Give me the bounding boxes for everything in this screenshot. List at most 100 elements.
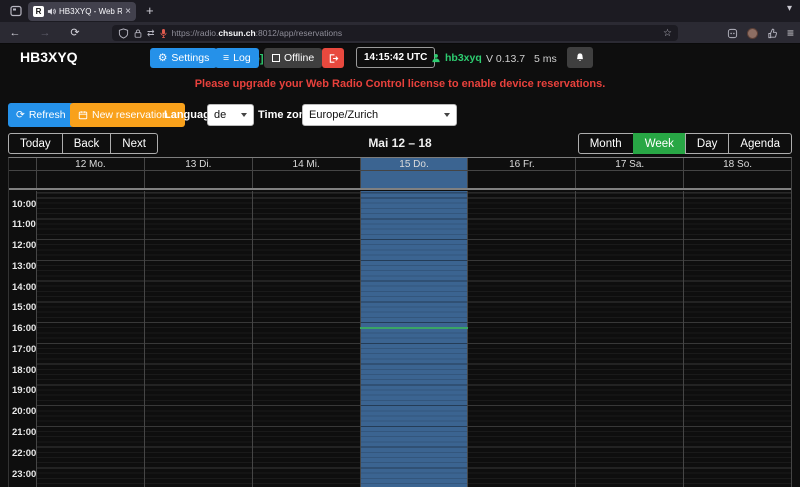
day-header-row: 12 Mo. 13 Di. 14 Mi. 15 Do. 16 Fr. 17 Sa…: [9, 158, 791, 171]
refresh-button[interactable]: ⟳ Refresh: [8, 103, 74, 127]
settings-button[interactable]: ⚙ Settings: [150, 48, 217, 68]
week-calendar: 12 Mo. 13 Di. 14 Mi. 15 Do. 16 Fr. 17 Sa…: [8, 157, 792, 487]
logout-button[interactable]: [322, 48, 344, 68]
view-day-button[interactable]: Day: [685, 133, 729, 154]
tab-audio-icon[interactable]: [47, 3, 56, 21]
day-columns: [9, 191, 791, 487]
language-select[interactable]: de: [207, 104, 254, 126]
checkbox-icon: [272, 54, 280, 62]
microphone-active-icon[interactable]: [159, 28, 168, 39]
extensions-cluster: ≡: [727, 25, 794, 41]
url-domain: chsun.ch: [218, 28, 255, 38]
extension-badge-icon[interactable]: [727, 28, 738, 39]
time-label: 23:00: [12, 469, 36, 480]
new-tab-button[interactable]: +: [146, 3, 154, 18]
firefox-view-button[interactable]: [7, 3, 25, 19]
day-column[interactable]: [467, 191, 575, 487]
gutter-cell: [9, 158, 36, 170]
bell-icon: [575, 52, 585, 63]
menu-icon[interactable]: ≡: [787, 26, 794, 40]
gutter-cell: [9, 171, 36, 188]
extension-thumb-icon[interactable]: [767, 28, 778, 39]
gear-icon: ⚙: [158, 52, 167, 64]
day-header[interactable]: 13 Di.: [144, 158, 252, 170]
firefox-view-icon: [10, 5, 22, 17]
time-label: 20:00: [12, 406, 36, 417]
day-header[interactable]: 16 Fr.: [467, 158, 575, 170]
calendar-icon: [78, 110, 88, 120]
bookmark-star-icon[interactable]: ☆: [663, 28, 672, 39]
tab-close-icon[interactable]: ×: [125, 7, 131, 17]
container-switch-icon[interactable]: ⇄: [147, 28, 155, 39]
browser-toolbar: ← → ⟳ ⇄ https://radio.chsun.ch:8012/app/…: [0, 22, 800, 44]
allday-cell[interactable]: [683, 171, 791, 188]
day-column[interactable]: [252, 191, 360, 487]
calendar-toolbar: Today Back Next Mai 12 – 18 Month Week D…: [8, 133, 792, 154]
username: hb3xyq: [445, 52, 482, 64]
utc-clock: 14:15:42 UTC: [356, 47, 435, 68]
user-icon: [431, 53, 441, 63]
day-header[interactable]: 12 Mo.: [36, 158, 144, 170]
log-button[interactable]: ≡ Log: [215, 48, 259, 68]
latency-value: 5 ms: [534, 53, 557, 65]
view-button-group: Month Week Day Agenda: [578, 133, 792, 154]
allday-cell[interactable]: [144, 171, 252, 188]
allday-cell[interactable]: [36, 171, 144, 188]
allday-row: [9, 171, 791, 188]
reload-button[interactable]: ⟳: [64, 26, 86, 39]
time-label: 12:00: [12, 240, 36, 251]
day-column[interactable]: [144, 191, 252, 487]
time-label: 18:00: [12, 365, 36, 376]
offline-toggle-button[interactable]: Offline: [264, 48, 322, 68]
offline-label: Offline: [284, 52, 314, 64]
allday-cell[interactable]: [467, 171, 575, 188]
allday-cell[interactable]: [575, 171, 683, 188]
day-column[interactable]: [360, 191, 468, 487]
chevron-down-icon: [241, 113, 247, 117]
header-divider: [9, 188, 791, 190]
back-button[interactable]: ←: [4, 27, 26, 39]
time-label: 17:00: [12, 344, 36, 355]
refresh-label: Refresh: [29, 109, 66, 121]
view-agenda-button[interactable]: Agenda: [728, 133, 792, 154]
list-icon: ≡: [223, 52, 229, 64]
day-column[interactable]: [575, 191, 683, 487]
time-label: 22:00: [12, 448, 36, 459]
view-week-button[interactable]: Week: [633, 133, 686, 154]
refresh-icon: ⟳: [16, 109, 25, 121]
extension-avatar-icon[interactable]: [747, 28, 758, 39]
day-header[interactable]: 17 Sa.: [575, 158, 683, 170]
shield-permissions-icon[interactable]: [118, 28, 129, 39]
tab-title: HB3XYQ - Web Radio Cont: [59, 7, 122, 16]
time-label: 11:00: [12, 219, 36, 230]
app-page: HB3XYQ [device] ▾ ⚙ Settings ≡ Log Offli…: [0, 44, 800, 487]
day-header[interactable]: 18 So.: [683, 158, 791, 170]
settings-label: Settings: [171, 52, 209, 64]
browser-tab-strip: R HB3XYQ - Web Radio Cont × + ▾: [0, 0, 800, 22]
time-grid[interactable]: 10:00 11:00 12:00 13:00 14:00 15:00 16:0…: [9, 191, 791, 487]
day-header-today[interactable]: 15 Do.: [360, 158, 468, 170]
logged-in-user: hb3xyq: [431, 52, 482, 64]
license-warning: Please upgrade your Web Radio Control li…: [0, 78, 800, 90]
view-month-button[interactable]: Month: [578, 133, 634, 154]
url-prefix: https://radio.: [172, 28, 219, 38]
day-header[interactable]: 14 Mi.: [252, 158, 360, 170]
allday-cell-today[interactable]: [360, 171, 468, 188]
notifications-button[interactable]: [567, 47, 593, 68]
chevron-down-icon: [444, 113, 450, 117]
tab-list-chevron-icon[interactable]: ▾: [787, 3, 792, 14]
day-column[interactable]: [36, 191, 144, 487]
url-text: https://radio.chsun.ch:8012/app/reservat…: [172, 28, 659, 38]
tab-favicon: R: [33, 6, 44, 17]
browser-tab[interactable]: R HB3XYQ - Web Radio Cont ×: [28, 2, 136, 21]
time-label: 10:00: [12, 199, 36, 210]
time-label: 21:00: [12, 427, 36, 438]
log-label: Log: [233, 52, 251, 64]
url-bar[interactable]: ⇄ https://radio.chsun.ch:8012/app/reserv…: [112, 25, 678, 41]
forward-button[interactable]: →: [34, 27, 56, 39]
timezone-select[interactable]: Europe/Zurich: [302, 104, 457, 126]
controls-row: ⟳ Refresh New reservation... Language: d…: [0, 103, 800, 127]
lock-icon[interactable]: [133, 28, 143, 39]
day-column[interactable]: [683, 191, 791, 487]
allday-cell[interactable]: [252, 171, 360, 188]
